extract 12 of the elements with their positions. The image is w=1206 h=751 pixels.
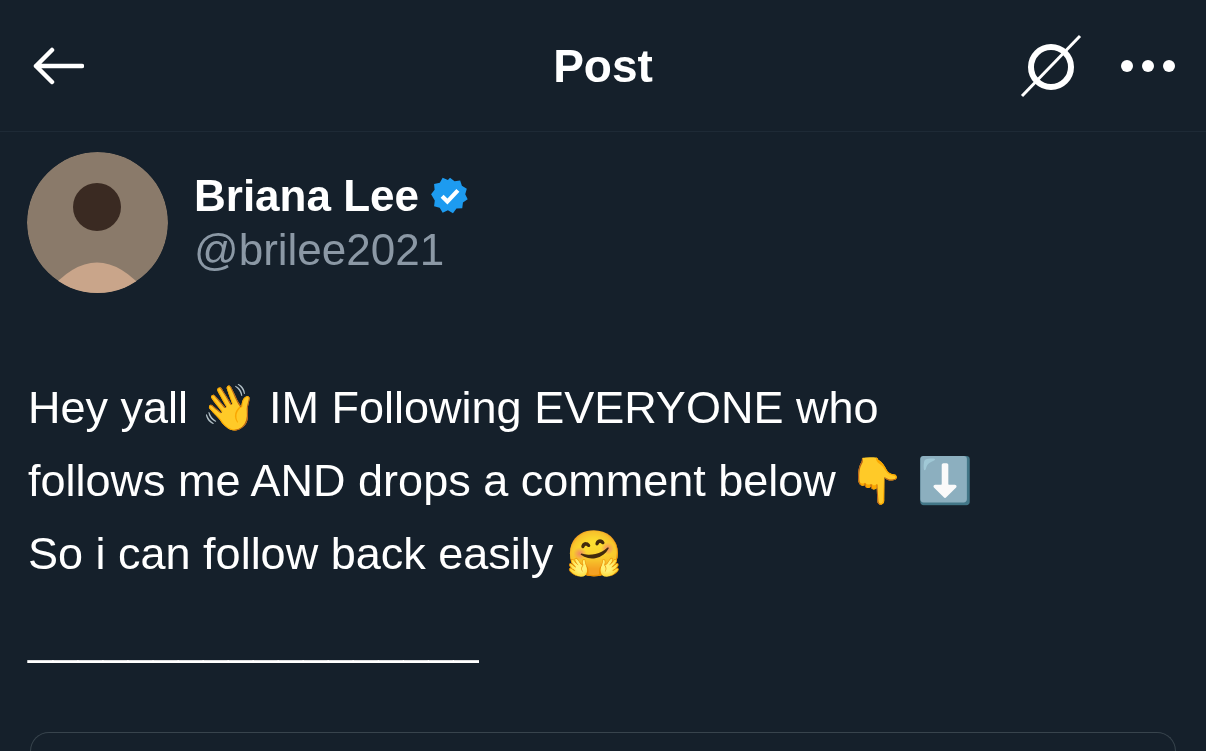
slashed-circle-button[interactable] (1018, 32, 1084, 99)
avatar[interactable] (27, 152, 168, 293)
post-text-line: So i can follow back easily 🤗 (28, 527, 622, 581)
more-dots-icon (1120, 58, 1176, 73)
more-options-button[interactable] (1120, 58, 1176, 73)
post-text-line: __________________ (28, 612, 479, 666)
page-title: Post (553, 38, 653, 93)
post-text-line: Hey yall 👋 IM Following EVERYONE who (28, 381, 879, 435)
author-handle[interactable]: @brilee2021 (194, 224, 471, 275)
post-text-line: follows me AND drops a comment below 👇 ⬇ (28, 454, 973, 508)
author-name[interactable]: Briana Lee (194, 170, 419, 221)
slashed-circle-icon (1018, 32, 1084, 99)
